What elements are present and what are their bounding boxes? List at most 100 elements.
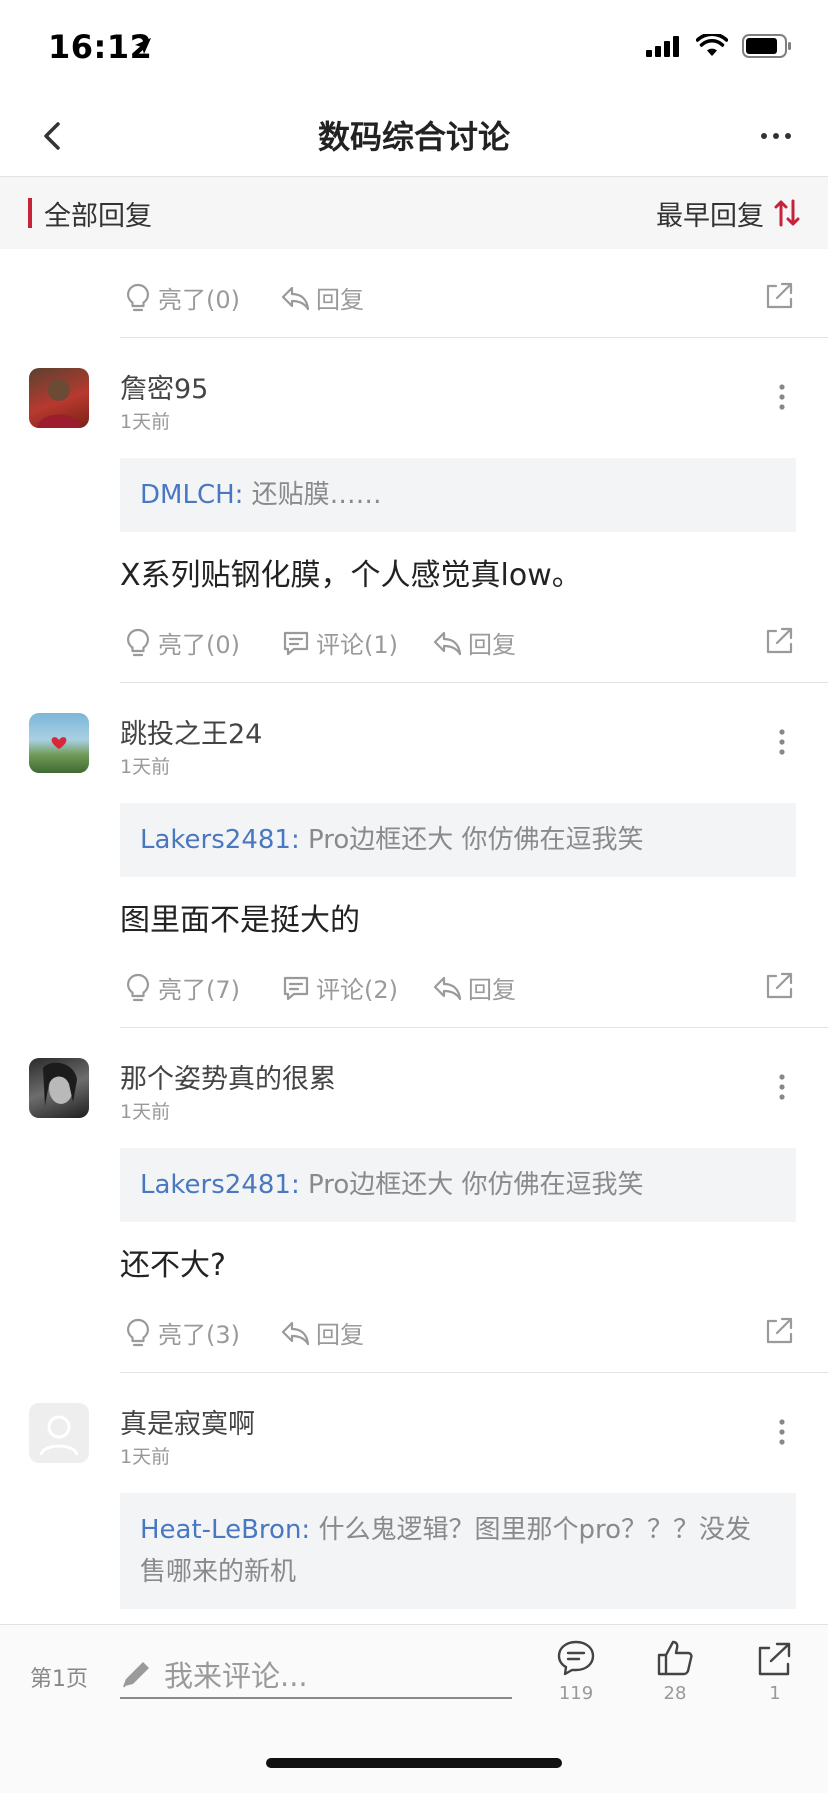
comment-time: 1天前 <box>120 411 171 433</box>
quoted-reply[interactable]: Lakers2481: Pro边框还大 你仿佛在逗我笑 <box>120 1148 796 1222</box>
comment-username[interactable]: 真是寂寞啊 <box>120 1402 255 1441</box>
all-replies-label: 全部回复 <box>44 201 152 232</box>
comment-input[interactable]: 我来评论... <box>120 1653 512 1699</box>
comment-more-icon[interactable] <box>772 1072 792 1102</box>
like-count-label: 亮了(0) <box>158 631 240 659</box>
lightbulb-icon <box>127 628 149 656</box>
like-button[interactable]: 亮了(7) <box>124 970 240 1005</box>
comment-button[interactable]: 评论(1) <box>282 625 398 660</box>
comment-button[interactable]: 评论(2) <box>282 970 398 1005</box>
user-photo-icon <box>37 379 81 428</box>
reply-label: 回复 <box>316 1321 364 1349</box>
comment-more-icon[interactable] <box>772 727 792 757</box>
user-photo-icon <box>43 1062 77 1106</box>
share-icon[interactable] <box>764 280 796 310</box>
quoted-reply[interactable]: Heat-LeBron: 什么鬼逻辑？图里那个pro？？？没发售哪来的新机 <box>120 1493 796 1609</box>
lightbulb-icon <box>127 283 149 311</box>
quoted-text: Pro边框还大 你仿佛在逗我笑 <box>299 1170 644 1200</box>
reply-button[interactable]: 回复 <box>280 1315 364 1350</box>
action-row: 亮了(0) 评论(1) 回复 <box>120 617 828 677</box>
comment-count-label: 评论(1) <box>316 631 398 659</box>
reply-button[interactable]: 回复 <box>432 970 516 1005</box>
page-label[interactable]: 第1页 <box>30 1661 88 1693</box>
quoted-text: Pro边框还大 你仿佛在逗我笑 <box>299 825 644 855</box>
status-indicators <box>646 34 792 58</box>
comment-bubble-icon <box>557 1640 595 1676</box>
likes-count: 28 <box>663 1683 687 1704</box>
thumbs-up-icon <box>657 1640 693 1676</box>
reply-label: 回复 <box>468 976 516 1004</box>
default-user-icon <box>39 1415 79 1456</box>
comment-placeholder: 我来评论... <box>164 1659 308 1693</box>
reply-label: 回复 <box>468 631 516 659</box>
avatar[interactable] <box>29 368 89 428</box>
avatar[interactable] <box>29 1403 89 1463</box>
comment-text: 还不大? <box>120 1248 226 1283</box>
reply-arrow-icon <box>433 631 462 655</box>
comment-bubble-icon <box>283 976 309 1000</box>
divider <box>120 1372 828 1373</box>
comment-time: 1天前 <box>120 1101 171 1123</box>
quoted-reply[interactable]: DMLCH: 还贴膜…… <box>120 458 796 532</box>
quoted-username[interactable]: Lakers2481: <box>140 1170 300 1200</box>
comment-time: 1天前 <box>120 756 171 778</box>
like-tool-button[interactable]: 28 <box>647 1639 703 1704</box>
pencil-icon <box>123 1662 149 1688</box>
wifi-icon <box>696 34 728 56</box>
comments-count: 119 <box>558 1683 594 1704</box>
like-count-label: 亮了(7) <box>158 976 240 1004</box>
comment-more-icon[interactable] <box>772 382 792 412</box>
shares-count: 1 <box>769 1683 781 1704</box>
like-button[interactable]: 亮了(3) <box>124 1315 240 1350</box>
like-button[interactable]: 亮了(0) <box>124 625 240 660</box>
quoted-username[interactable]: DMLCH: <box>140 480 243 510</box>
share-tool-button[interactable]: 1 <box>747 1639 803 1704</box>
filter-bar: 全部回复 最早回复 <box>0 177 828 249</box>
reply-button[interactable]: 回复 <box>432 625 516 660</box>
comment-username[interactable]: 詹密95 <box>120 367 208 406</box>
share-icon <box>758 1642 791 1676</box>
divider <box>120 1027 828 1028</box>
reply-arrow-icon <box>281 1321 310 1345</box>
comment-bubble-icon <box>283 631 309 655</box>
filter-accent-bar <box>28 198 32 228</box>
like-count-label: 亮了(3) <box>158 1321 240 1349</box>
divider <box>120 337 828 338</box>
comment-username[interactable]: 那个姿势真的很累 <box>120 1057 336 1096</box>
comment-more-icon[interactable] <box>772 1417 792 1447</box>
nav-bar: 数码综合讨论 <box>0 96 828 177</box>
comments-tool-button[interactable]: 119 <box>548 1639 604 1704</box>
avatar[interactable] <box>29 1058 89 1118</box>
lightbulb-icon <box>127 973 149 1001</box>
action-row: 亮了(7) 评论(2) 回复 <box>120 962 828 1022</box>
sort-arrows-icon[interactable] <box>772 197 802 229</box>
reply-arrow-icon <box>281 286 310 310</box>
status-bar: 16:12 <box>0 0 828 96</box>
share-icon[interactable] <box>764 625 796 655</box>
comment-username[interactable]: 跳投之王24 <box>120 712 262 751</box>
quoted-reply[interactable]: Lakers2481: Pro边框还大 你仿佛在逗我笑 <box>120 803 796 877</box>
page-title: 数码综合讨论 <box>317 118 510 156</box>
comment-text: 图里面不是挺大的 <box>120 903 360 938</box>
location-arrow-icon <box>135 38 151 54</box>
comment-text: X系列贴钢化膜，个人感觉真low。 <box>120 558 582 593</box>
user-photo-icon <box>51 737 67 749</box>
action-row: 亮了(3) 回复 <box>120 1307 828 1367</box>
action-row-top: 亮了(0) 回复 <box>120 272 828 332</box>
reply-button[interactable]: 回复 <box>280 280 364 315</box>
quoted-username[interactable]: Lakers2481: <box>140 825 300 855</box>
battery-icon <box>742 34 791 58</box>
share-icon[interactable] <box>764 1315 796 1345</box>
divider <box>120 682 828 683</box>
lightbulb-icon <box>127 1318 149 1346</box>
cellular-signal-icon <box>646 36 679 57</box>
more-options-icon[interactable] <box>754 114 798 158</box>
quoted-text: 还贴膜…… <box>243 480 382 510</box>
share-icon[interactable] <box>764 970 796 1000</box>
sort-order-button[interactable]: 最早回复 <box>656 194 764 233</box>
quoted-username[interactable]: Heat-LeBron: <box>140 1515 310 1545</box>
reply-arrow-icon <box>433 976 462 1000</box>
avatar[interactable] <box>29 713 89 773</box>
like-button[interactable]: 亮了(0) <box>124 280 240 315</box>
like-count-label: 亮了(0) <box>158 286 240 314</box>
